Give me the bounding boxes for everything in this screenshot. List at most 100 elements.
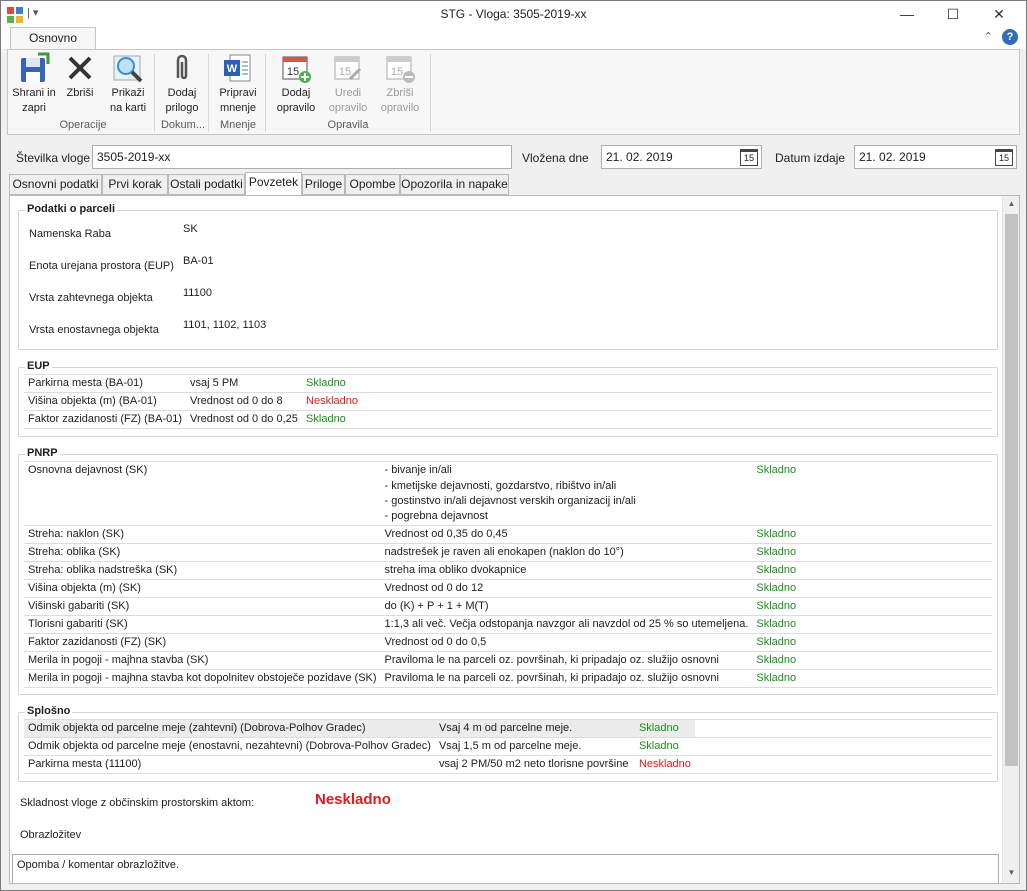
- rule-requirement: Praviloma le na parceli oz. površinah, k…: [380, 669, 753, 688]
- calendar-add-icon: 15: [282, 56, 311, 83]
- table-row: Merila in pogoji - majhna stavba (SK) Pr…: [24, 651, 992, 670]
- table-row: Merila in pogoji - majhna stavba kot dop…: [24, 669, 992, 688]
- rule-status: Skladno: [302, 410, 992, 429]
- prepare-opinion-button[interactable]: W Pripravi mnenje: [216, 52, 260, 116]
- issue-date-label: Datum izdaje: [775, 151, 846, 165]
- rule-requirement: Vrednost od 0 do 0,25: [186, 410, 303, 429]
- rule-requirement: - gostinstvo in/ali dejavnost verskih or…: [384, 494, 636, 507]
- table-row: Streha: naklon (SK) Vrednost od 0,35 do …: [24, 525, 992, 544]
- add-attachment-button[interactable]: Dodaj prilogo: [162, 52, 202, 116]
- maximize-button[interactable]: ☐: [930, 1, 976, 27]
- rule-status: Neskladno: [302, 392, 992, 411]
- rule-status: Skladno: [752, 525, 992, 544]
- rule-status: Skladno: [756, 464, 797, 476]
- show-on-map-button[interactable]: Prikaži na karti: [106, 52, 150, 116]
- tab-ostali-podatki[interactable]: Ostali podatki: [168, 174, 245, 195]
- group-label-tasks: Opravila: [327, 119, 369, 131]
- group-title: Splošno: [25, 705, 73, 717]
- table-row: Višina objekta (m) (SK) Vrednost od 0 do…: [24, 579, 992, 598]
- tab-prvi-korak[interactable]: Prvi korak: [102, 174, 168, 195]
- table-row: Osnovna dejavnost (SK) - bivanje in/ali …: [24, 462, 992, 480]
- table-row: - gostinstvo in/ali dejavnost verskih or…: [24, 495, 992, 510]
- rule-requirement: Praviloma le na parceli oz. površinah, k…: [380, 651, 753, 670]
- table-row: Faktor zazidanosti (FZ) (SK) Vrednost od…: [24, 633, 992, 652]
- rule-requirement: - kmetijske dejavnosti, gozdarstvo, ribi…: [384, 479, 617, 492]
- tab-opozorila-in-napake[interactable]: Opozorila in napake: [400, 174, 509, 195]
- parcel-label: Enota urejana prostora (EUP): [29, 260, 174, 272]
- close-button[interactable]: ✕: [976, 1, 1022, 27]
- issue-date-field[interactable]: 21. 02. 2019 15: [854, 145, 1017, 169]
- rule-status: [752, 480, 992, 495]
- table-row: - pogrebna dejavnost: [24, 509, 992, 526]
- rule-status: Skladno: [634, 719, 695, 738]
- empty-cell: [694, 737, 992, 756]
- edit-task-button[interactable]: 15 Uredi opravilo: [326, 52, 370, 116]
- window-title: STG - Vloga: 3505-2019-xx: [440, 7, 587, 21]
- calendar-icon[interactable]: 15: [740, 149, 758, 166]
- paperclip-icon: [176, 54, 188, 80]
- calendar-day-text: 15: [391, 66, 403, 78]
- add-task-label: Dodaj opravilo: [276, 87, 316, 114]
- ribbon-separator: [208, 54, 209, 132]
- tab-opombe[interactable]: Opombe: [345, 174, 400, 195]
- ribbon-separator: [265, 54, 266, 132]
- ribbon-separator: [154, 54, 155, 132]
- application-number-field[interactable]: 3505-2019-xx: [92, 145, 512, 169]
- calendar-icon[interactable]: 15: [995, 149, 1013, 166]
- group-label-opinion: Mnenje: [219, 119, 257, 131]
- tab-povzetek[interactable]: Povzetek: [245, 172, 302, 196]
- filed-date-field[interactable]: 21. 02. 2019 15: [601, 145, 762, 169]
- rule-status: Skladno: [302, 374, 992, 393]
- group-title: Podatki o parceli: [25, 203, 118, 215]
- scroll-down-arrow-icon[interactable]: ▼: [1003, 868, 1019, 877]
- parcel-data-group: Podatki o parceli Namenska Raba SK Enota…: [18, 203, 998, 350]
- general-group: Splošno Odmik objekta od parcelne meje (…: [18, 705, 998, 782]
- ribbon-separator: [430, 54, 431, 132]
- collapse-ribbon-icon[interactable]: ⌃: [984, 30, 993, 43]
- save-close-button[interactable]: Shrani in zapri: [12, 52, 56, 116]
- table-row: Višinski gabariti (SK) do (K) + P + 1 + …: [24, 597, 992, 616]
- svg-text:W: W: [227, 63, 238, 75]
- rule-requirement: Vsaj 4 m od parcelne meje.: [434, 719, 635, 738]
- rule-status: Skladno: [752, 669, 992, 688]
- help-icon[interactable]: ?: [1002, 29, 1018, 45]
- rule-name: Tlorisni gabariti (SK): [24, 615, 381, 634]
- add-attachment-label: Dodaj prilogo: [165, 87, 199, 114]
- delete-button[interactable]: Zbriši: [60, 52, 100, 101]
- minimize-button[interactable]: —: [884, 1, 930, 27]
- pnrp-group: PNRP Osnovna dejavnost (SK) - bivanje in…: [18, 447, 998, 695]
- rule-requirement: do (K) + P + 1 + M(T): [380, 597, 753, 616]
- add-task-button[interactable]: 15 Dodaj opravilo: [274, 52, 318, 116]
- delete-label: Zbriši: [66, 87, 94, 99]
- general-table: Odmik objekta od parcelne meje (zahtevni…: [24, 719, 992, 774]
- empty-cell: [694, 719, 992, 738]
- table-row: Parkirna mesta (BA-01) vsaj 5 PM Skladno: [24, 374, 992, 393]
- summary-panel: Podatki o parceli Namenska Raba SK Enota…: [9, 195, 1020, 884]
- compliance-result: Neskladno: [315, 791, 391, 808]
- word-document-icon: W: [224, 54, 251, 82]
- scroll-up-arrow-icon[interactable]: ▲: [1003, 199, 1019, 208]
- rule-name: Parkirna mesta (11100): [24, 755, 435, 774]
- show-on-map-label: Prikaži na karti: [109, 87, 147, 114]
- vertical-scrollbar[interactable]: ▲ ▼: [1002, 196, 1019, 883]
- explanation-comment-field[interactable]: Opomba / komentar obrazložitve.: [12, 854, 999, 883]
- parcel-label: Vrsta enostavnega objekta: [29, 324, 159, 336]
- rule-requirement: - bivanje in/ali: [384, 464, 452, 476]
- rule-status: Skladno: [752, 597, 992, 616]
- rule-requirement: nadstrešek je raven ali enokapen (naklon…: [380, 543, 753, 562]
- delete-task-button[interactable]: 15 Zbriši opravilo: [378, 52, 422, 116]
- tab-priloge[interactable]: Priloge: [302, 174, 345, 195]
- application-number-label: Številka vloge: [16, 151, 91, 165]
- table-row: Streha: oblika (SK) nadstrešek je raven …: [24, 543, 992, 562]
- rule-requirement: streha ima obliko dvokapnice: [380, 561, 753, 580]
- scrollbar-thumb[interactable]: [1005, 214, 1018, 766]
- rule-name: Faktor zazidanosti (FZ) (BA-01): [24, 410, 187, 429]
- rule-name: Osnovna dejavnost (SK): [28, 464, 148, 476]
- rule-status: Skladno: [752, 561, 992, 580]
- ribbon-tab-osnovno[interactable]: Osnovno: [10, 27, 96, 50]
- tab-osnovni-podatki[interactable]: Osnovni podatki: [9, 174, 102, 195]
- calendar-remove-icon: 15: [386, 56, 415, 83]
- rule-status: Skladno: [752, 579, 992, 598]
- rule-requirement: 1:1,3 ali več. Večja odstopanja navzgor …: [380, 615, 753, 634]
- rule-name: Odmik objekta od parcelne meje (zahtevni…: [24, 719, 435, 738]
